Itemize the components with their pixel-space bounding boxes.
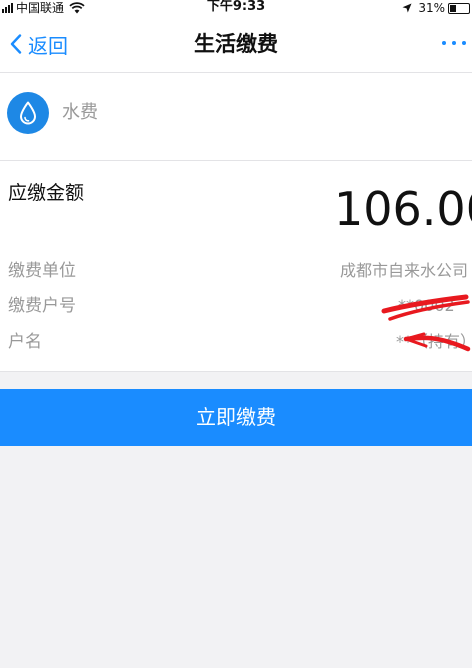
account-name-value: **（持有） bbox=[396, 332, 472, 351]
location-arrow-icon bbox=[402, 3, 412, 13]
status-time: 下午9:33 bbox=[206, 0, 266, 14]
battery-icon bbox=[448, 2, 470, 14]
account-number-value: **0002 bbox=[398, 296, 455, 315]
more-dots-icon[interactable] bbox=[442, 38, 466, 48]
account-number-label: 缴费户号 bbox=[8, 296, 76, 316]
battery-percent: 31% bbox=[418, 1, 445, 15]
payment-unit-label: 缴费单位 bbox=[8, 261, 76, 281]
water-drop-icon bbox=[7, 92, 49, 134]
amount-value: 106.00 bbox=[334, 182, 472, 236]
payment-unit-value: 成都市自来水公司 bbox=[340, 261, 469, 280]
payment-unit-row: 缴费单位 成都市自来水公司 bbox=[0, 258, 472, 286]
pay-now-button[interactable]: 立即缴费 bbox=[0, 389, 472, 446]
status-bar: 中国联通 下午9:33 31% bbox=[0, 0, 472, 16]
account-name-label: 户名 bbox=[8, 332, 42, 352]
account-number-row: 缴费户号 **0002 bbox=[0, 293, 472, 321]
account-name-row: 户名 **（持有） bbox=[0, 329, 472, 357]
status-right: 31% bbox=[402, 0, 470, 16]
amount-label: 应缴金额 bbox=[8, 182, 85, 204]
page-title: 生活缴费 bbox=[194, 32, 278, 56]
nav-bar: 返回 生活缴费 bbox=[0, 16, 472, 73]
payment-details-card: 应缴金额 106.00 缴费单位 成都市自来水公司 缴费户号 **0002 户名… bbox=[0, 160, 472, 372]
biller-card: 水费 bbox=[0, 73, 472, 160]
biller-name: 水费 bbox=[62, 102, 98, 123]
